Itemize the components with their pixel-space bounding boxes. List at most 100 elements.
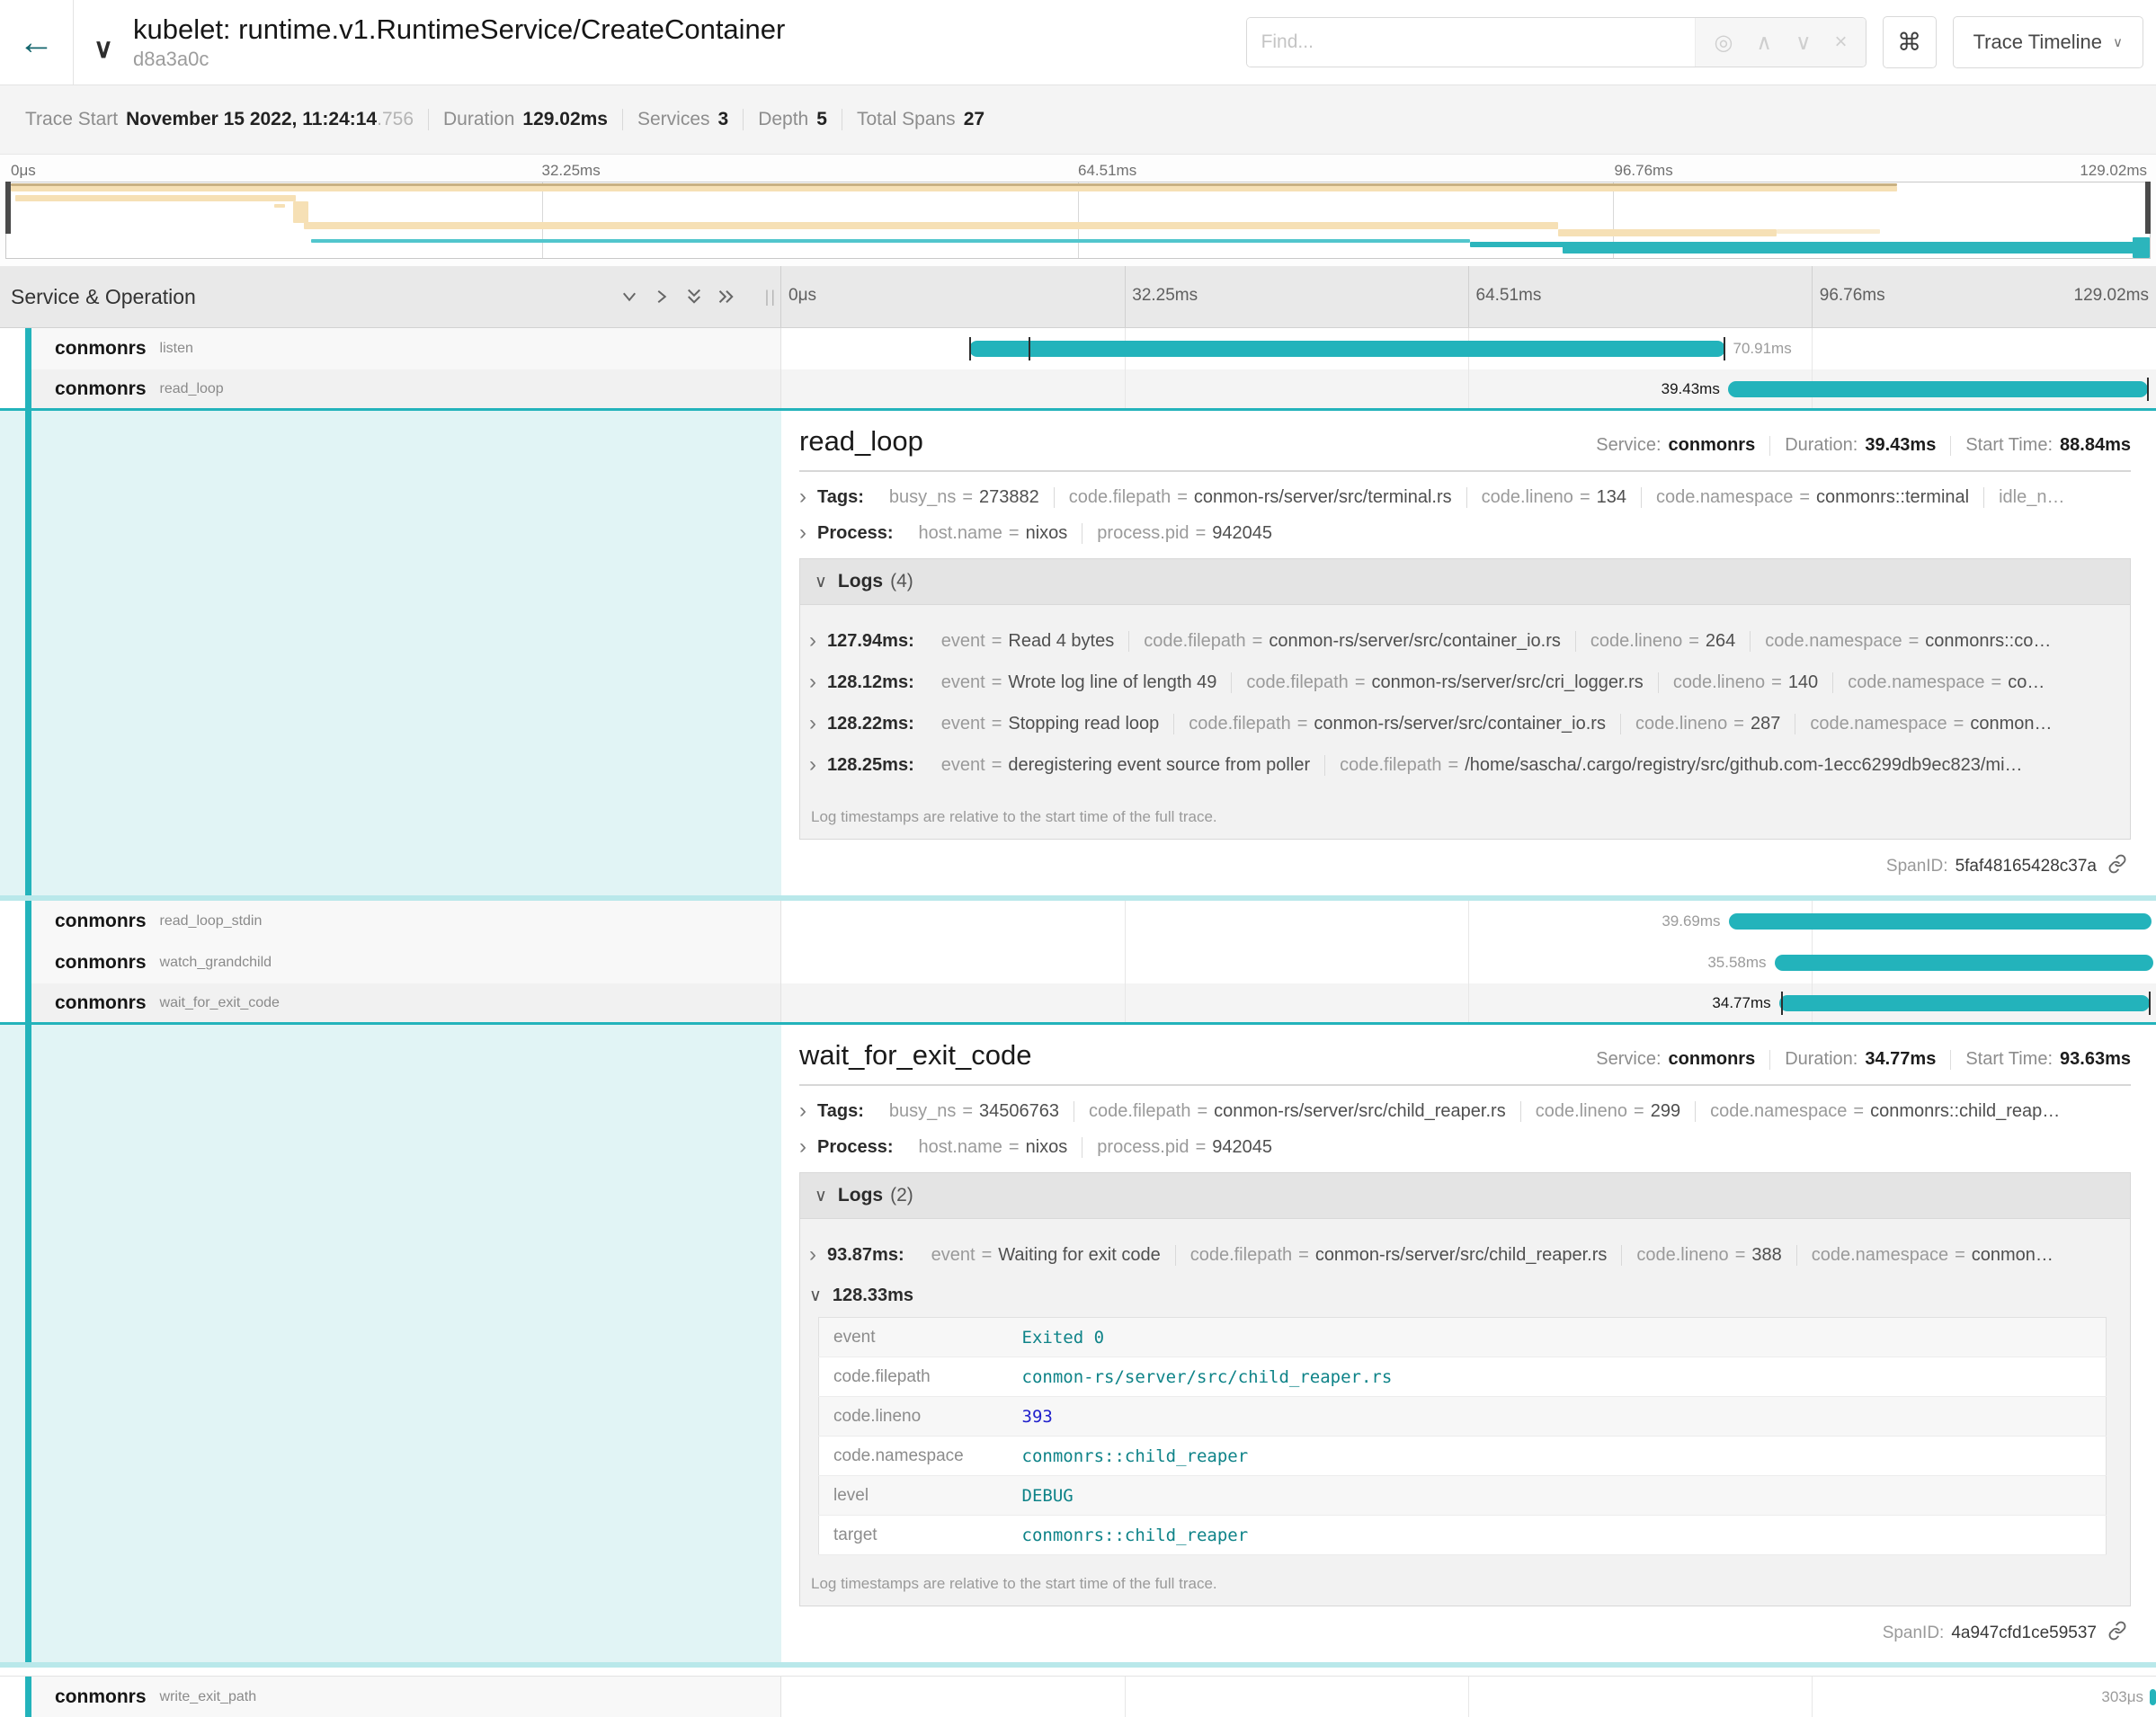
minimap-scrubber-right[interactable] (2145, 182, 2151, 234)
service-name: conmonrs (55, 338, 147, 360)
log-field-value: conmonrs::child_reaper (1008, 1516, 2107, 1555)
span-row[interactable]: conmonrs read_loop_stdin 39.69ms (0, 901, 2156, 942)
chevron-down-icon: ∨ (809, 1287, 822, 1304)
trace-id: d8a3a0c (133, 49, 785, 70)
log-field: event=Waiting for exit code (917, 1245, 1175, 1266)
back-button[interactable]: ← (0, 0, 74, 85)
operation-name: read_loop (160, 381, 224, 397)
log-field-row: code.lineno 393 (819, 1397, 2107, 1437)
logs-header[interactable]: ∨ Logs(4) (800, 559, 2130, 605)
axis-tick-label: 32.25ms (542, 162, 601, 180)
log-entry[interactable]: › 128.12ms: event=Wrote log line of leng… (809, 672, 2117, 693)
log-field: code.namespace=co… (1832, 672, 2059, 693)
log-entry[interactable]: › 93.87ms: event=Waiting for exit codeco… (809, 1244, 2117, 1266)
collapse-one-icon[interactable] (620, 288, 638, 306)
service-operation-header: Service & Operation (11, 285, 196, 309)
collapse-trace-header-chevron[interactable]: ∨ (94, 33, 113, 65)
minimap-span-segment (1777, 229, 1879, 234)
expand-all-icon[interactable] (717, 288, 735, 306)
copy-link-icon[interactable] (2104, 854, 2127, 879)
span-row-name-cell[interactable]: conmonrs read_loop (0, 369, 781, 408)
log-field: code.filepath=conmon-rs/server/src/child… (1175, 1245, 1622, 1266)
span-row[interactable]: conmonrs wait_for_exit_code 34.77ms (0, 983, 2156, 1025)
clear-search-icon[interactable]: × (1835, 30, 1848, 55)
span-detail-meta: Service:conmonrs Duration:34.77ms Start … (1596, 1049, 2131, 1070)
log-field: event=Wrote log line of length 49 (927, 672, 1232, 693)
focus-match-icon[interactable]: ◎ (1714, 30, 1733, 56)
span-bar[interactable] (1729, 913, 2152, 930)
span-bar[interactable] (1775, 955, 2154, 971)
trace-depth: Depth5 (743, 109, 842, 130)
logs-section: ∨ Logs(4) › 127.94ms: event=Read 4 bytes… (799, 558, 2131, 840)
axis-tick-label: 64.51ms (1078, 162, 1136, 180)
tags-list: busy_ns=273882code.filepath=conmon-rs/se… (875, 487, 2092, 508)
tag-item: code.lineno=134 (1466, 487, 1641, 508)
span-row-timeline: 34.77ms (781, 983, 2156, 1022)
log-field-key: code.filepath (819, 1357, 1008, 1397)
log-field-row: event Exited 0 (819, 1318, 2107, 1357)
log-entry[interactable]: › 127.94ms: event=Read 4 bytescode.filep… (809, 630, 2117, 652)
minimap-span-segment (304, 222, 1558, 229)
span-bar[interactable] (969, 341, 1724, 357)
minimap-span-segment (15, 195, 296, 201)
process-list: host.name=nixosprocess.pid=942045 (904, 523, 1287, 544)
expanded-log-entry[interactable]: ∨ 128.33ms (809, 1286, 2117, 1306)
trace-summary-bar: Trace Start November 15 2022, 11:24:14.7… (0, 85, 2156, 155)
find-box: ◎ ∧ ∨ × (1246, 17, 1866, 67)
chevron-right-icon: › (809, 672, 816, 693)
tag-item: code.namespace=conmonrs::terminal (1641, 487, 1983, 508)
span-duration-label: 303μs (2093, 1688, 2152, 1706)
log-field-value: conmonrs::child_reaper (1008, 1437, 2107, 1476)
axis-tick-label: 64.51ms (1476, 286, 1542, 306)
span-detail-title: wait_for_exit_code (799, 1039, 1032, 1072)
trace-title-block: kubelet: runtime.v1.RuntimeService/Creat… (133, 14, 785, 70)
operation-name: watch_grandchild (160, 955, 272, 971)
prev-match-icon[interactable]: ∧ (1756, 30, 1772, 56)
span-row-name-cell[interactable]: conmonrs listen (0, 328, 781, 369)
process-row[interactable]: › Process: host.name=nixosprocess.pid=94… (799, 522, 2131, 544)
column-resizer[interactable]: || (765, 288, 777, 307)
span-row[interactable]: conmonrs read_loop 39.43ms (0, 369, 2156, 411)
span-row-name-cell[interactable]: conmonrs write_exit_path (0, 1677, 781, 1717)
process-row[interactable]: › Process: host.name=nixosprocess.pid=94… (799, 1136, 2131, 1158)
minimap-span-segment (293, 201, 308, 223)
tags-row[interactable]: › Tags: busy_ns=273882code.filepath=conm… (799, 486, 2131, 508)
process-item: process.pid=942045 (1082, 523, 1287, 544)
tags-row[interactable]: › Tags: busy_ns=34506763code.filepath=co… (799, 1100, 2131, 1122)
span-row-name-cell[interactable]: conmonrs watch_grandchild (0, 942, 781, 983)
detail-left-gutter (0, 1025, 781, 1662)
page-title: kubelet: runtime.v1.RuntimeService/Creat… (133, 14, 785, 45)
minimap-span-segment (2133, 237, 2150, 258)
find-controls: ◎ ∧ ∨ × (1695, 18, 1865, 67)
collapse-all-icon[interactable] (685, 288, 703, 306)
chevron-right-icon: › (809, 1244, 816, 1266)
span-row[interactable]: conmonrs listen 70.91ms (0, 328, 2156, 369)
keyboard-shortcuts-button[interactable]: ⌘ (1883, 16, 1937, 68)
span-accent-bar (25, 411, 31, 895)
logs-header[interactable]: ∨ Logs(2) (800, 1173, 2130, 1219)
span-row-name-cell[interactable]: conmonrs wait_for_exit_code (0, 983, 781, 1022)
back-arrow-icon: ← (19, 22, 55, 63)
axis-tick-label: 96.76ms (1615, 162, 1673, 180)
log-entry[interactable]: › 128.22ms: event=Stopping read loopcode… (809, 713, 2117, 734)
find-input[interactable] (1247, 18, 1696, 67)
span-row[interactable]: conmonrs write_exit_path 303μs (0, 1676, 2156, 1717)
next-match-icon[interactable]: ∨ (1795, 30, 1812, 56)
log-entry[interactable]: › 128.25ms: event=deregistering event so… (809, 754, 2117, 776)
log-timestamp: 128.33ms (833, 1286, 913, 1306)
process-list: host.name=nixosprocess.pid=942045 (904, 1137, 1287, 1158)
copy-link-icon[interactable] (2104, 1621, 2127, 1646)
expand-one-icon[interactable] (653, 288, 671, 306)
span-row-name-cell[interactable]: conmonrs read_loop_stdin (0, 901, 781, 942)
minimap-scrubber-left[interactable] (5, 182, 11, 234)
log-field: event=Read 4 bytes (927, 631, 1128, 652)
command-icon: ⌘ (1897, 29, 1921, 57)
span-bar[interactable] (1728, 381, 2148, 397)
log-field-key: level (819, 1476, 1008, 1516)
span-bar[interactable] (1779, 995, 2150, 1011)
log-field: code.lineno=287 (1620, 714, 1795, 734)
span-row[interactable]: conmonrs watch_grandchild 35.58ms (0, 942, 2156, 983)
span-detail-read-loop: read_loop Service:conmonrs Duration:39.4… (0, 411, 2156, 901)
minimap-canvas[interactable] (5, 182, 2151, 259)
view-selector-dropdown[interactable]: Trace Timeline ∨ (1953, 16, 2143, 68)
